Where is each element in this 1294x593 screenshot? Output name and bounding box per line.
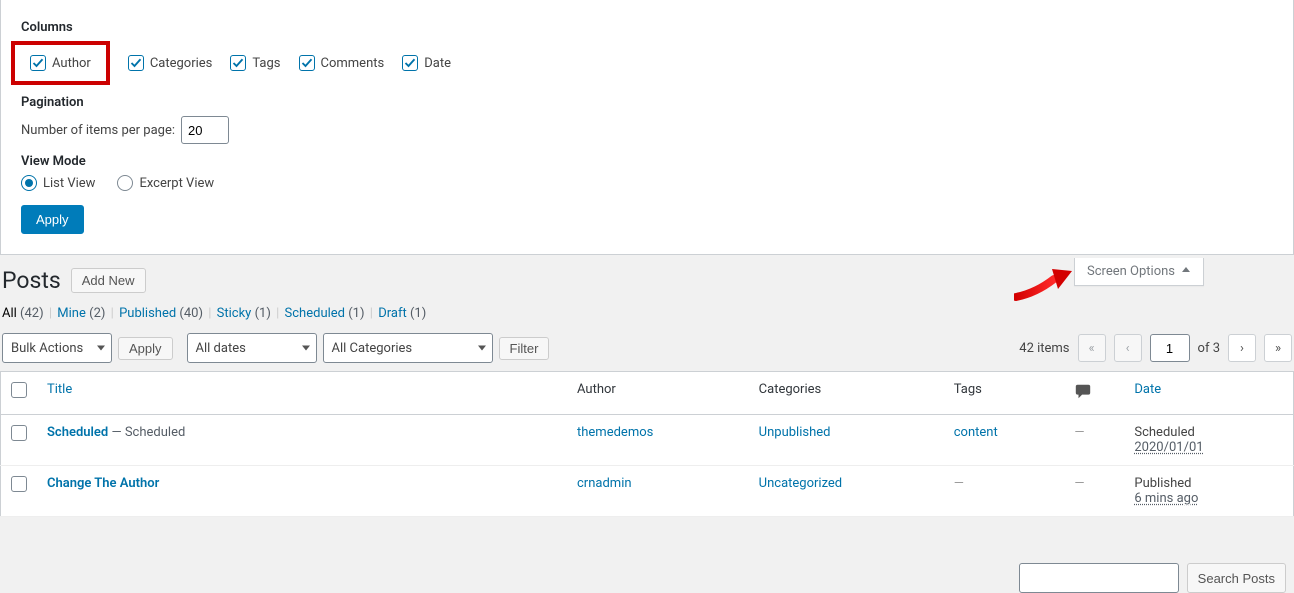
viewmode-list-label: List View: [43, 176, 95, 191]
status-published[interactable]: Published (40): [119, 306, 203, 321]
category-filter-label: All Categories: [332, 341, 413, 356]
post-tag-value: —: [954, 476, 964, 491]
bulk-actions-label: Bulk Actions: [11, 341, 83, 356]
col-header-categories: Categories: [749, 372, 944, 415]
items-per-page-label: Number of items per page:: [21, 123, 175, 138]
last-page-button[interactable]: »: [1264, 334, 1292, 362]
select-all-checkbox[interactable]: [11, 382, 27, 398]
current-page-input[interactable]: [1150, 334, 1190, 362]
col-header-date[interactable]: Date: [1134, 382, 1161, 397]
prev-page-button: ‹: [1114, 334, 1142, 362]
post-date-value: 6 mins ago: [1134, 491, 1198, 506]
filter-button[interactable]: Filter: [499, 337, 550, 360]
post-date-label: Published: [1134, 476, 1191, 491]
caret-down-icon: [302, 346, 310, 351]
next-page-button[interactable]: ›: [1228, 334, 1256, 362]
add-new-button[interactable]: Add New: [71, 268, 146, 293]
status-draft[interactable]: Draft (1): [378, 306, 426, 321]
search-input[interactable]: [1019, 563, 1179, 593]
col-tags[interactable]: Tags: [230, 55, 280, 71]
viewmode-heading: View Mode: [21, 154, 1273, 169]
items-per-page-input[interactable]: [181, 116, 229, 144]
col-author-label: Author: [52, 56, 91, 71]
post-date-value: 2020/01/01: [1134, 440, 1203, 455]
radio-list-view[interactable]: [21, 175, 37, 191]
col-author[interactable]: Author: [30, 55, 91, 71]
col-tags-label: Tags: [252, 56, 280, 71]
date-filter-label: All dates: [196, 341, 246, 356]
post-title-link[interactable]: Scheduled: [47, 425, 108, 440]
post-comments-value: —: [1074, 425, 1084, 440]
post-author-link[interactable]: themedemos: [577, 425, 653, 440]
bulk-actions-select[interactable]: Bulk Actions: [2, 333, 112, 363]
post-author-link[interactable]: crnadmin: [577, 476, 632, 491]
viewmode-excerpt-label: Excerpt View: [139, 176, 214, 191]
col-header-title[interactable]: Title: [47, 382, 72, 397]
search-wrap: Search Posts: [1019, 563, 1286, 593]
columns-row: Author Categories Tags Comments: [21, 41, 1273, 85]
status-all[interactable]: All (42): [2, 306, 44, 321]
checkbox-categories[interactable]: [128, 55, 144, 71]
row-checkbox[interactable]: [11, 476, 27, 492]
posts-table: Title Author Categories Tags Date: [0, 371, 1294, 517]
table-row: Scheduled — Scheduled themedemos Unpubli…: [1, 415, 1294, 466]
columns-heading: Columns: [21, 20, 1273, 35]
col-header-tags: Tags: [944, 372, 1065, 415]
col-categories[interactable]: Categories: [128, 55, 213, 71]
checkbox-date[interactable]: [402, 55, 418, 71]
page-heading: Posts Add New: [0, 255, 1294, 302]
category-filter-select[interactable]: All Categories: [323, 333, 493, 363]
status-scheduled[interactable]: Scheduled (1): [285, 306, 365, 321]
col-comments-label: Comments: [321, 56, 385, 71]
pagination-row: Number of items per page:: [21, 116, 1273, 144]
viewmode-excerpt[interactable]: Excerpt View: [117, 175, 214, 191]
viewmode-row: List View Excerpt View: [21, 175, 1273, 191]
comments-header-icon[interactable]: [1074, 389, 1092, 404]
items-count-text: 42 items: [1019, 341, 1069, 356]
status-mine[interactable]: Mine (2): [57, 306, 105, 321]
col-date[interactable]: Date: [402, 55, 451, 71]
author-checkbox-highlight: Author: [11, 41, 110, 85]
tablenav: Bulk Actions Apply All dates All Categor…: [0, 331, 1294, 371]
table-row: Change The Author crnadmin Uncategorized…: [1, 466, 1294, 517]
col-date-label: Date: [424, 56, 451, 71]
checkbox-author[interactable]: [30, 55, 46, 71]
checkbox-comments[interactable]: [299, 55, 315, 71]
radio-excerpt-view[interactable]: [117, 175, 133, 191]
pagination-heading: Pagination: [21, 95, 1273, 110]
col-comments[interactable]: Comments: [299, 55, 385, 71]
bulk-apply-button[interactable]: Apply: [118, 337, 173, 360]
row-checkbox[interactable]: [11, 425, 27, 441]
post-tag-link[interactable]: content: [954, 425, 998, 440]
col-categories-label: Categories: [150, 56, 213, 71]
post-category-link[interactable]: Unpublished: [759, 425, 831, 440]
post-date-label: Scheduled: [1134, 425, 1194, 440]
caret-down-icon: [97, 346, 105, 351]
page-title: Posts: [2, 267, 61, 294]
checkbox-tags[interactable]: [230, 55, 246, 71]
status-sticky[interactable]: Sticky (1): [217, 306, 271, 321]
caret-down-icon: [478, 346, 486, 351]
post-comments-value: —: [1074, 476, 1084, 491]
col-header-author: Author: [567, 372, 749, 415]
total-pages-text: of 3: [1198, 341, 1220, 356]
post-category-link[interactable]: Uncategorized: [759, 476, 842, 491]
apply-screen-options-button[interactable]: Apply: [21, 205, 84, 234]
viewmode-list[interactable]: List View: [21, 175, 95, 191]
screen-options-panel: Columns Author Categories: [0, 0, 1294, 255]
post-title-suffix: — Scheduled: [108, 425, 185, 440]
date-filter-select[interactable]: All dates: [187, 333, 317, 363]
search-posts-button[interactable]: Search Posts: [1187, 563, 1286, 593]
status-filter-links: All (42) | Mine (2) | Published (40) | S…: [0, 302, 1294, 331]
post-title-link[interactable]: Change The Author: [47, 476, 159, 491]
first-page-button: «: [1078, 334, 1106, 362]
